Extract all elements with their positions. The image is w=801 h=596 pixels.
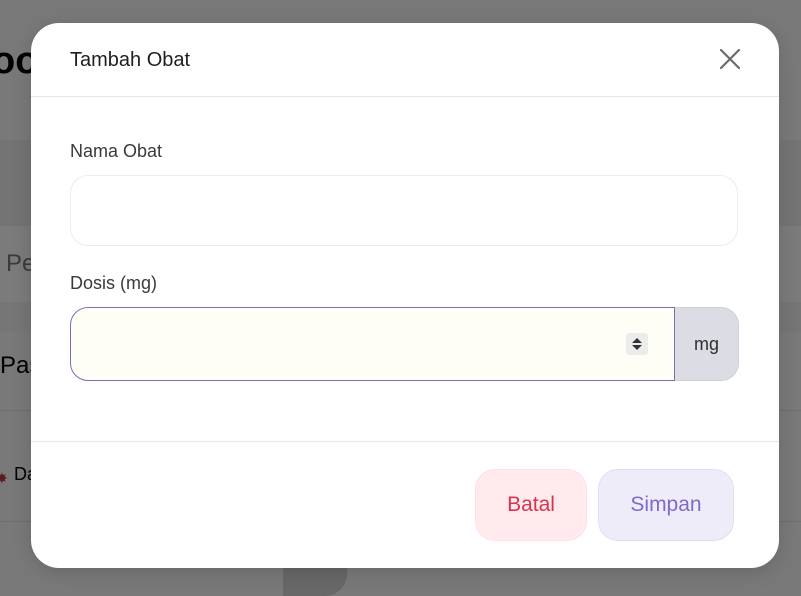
save-button[interactable]: Simpan [598,469,734,541]
stepper-arrows-icon [632,338,642,350]
dose-stepper[interactable] [626,333,648,355]
dialog-body: Nama Obat Dosis (mg) mg [31,97,779,441]
dose-unit-addon: mg [675,307,739,381]
cancel-button[interactable]: Batal [475,469,587,541]
add-medicine-dialog: Tambah Obat Nama Obat Dosis (mg) mg Bata… [31,23,779,568]
medicine-name-label: Nama Obat [70,141,163,161]
dialog-footer: Batal Simpan [31,441,779,568]
close-button[interactable] [714,43,746,75]
dose-input[interactable] [70,307,675,381]
page: oo Pe Pas ✸ Da Tambah Obat Nama Obat Dos… [0,0,801,596]
dialog-title: Tambah Obat [70,49,191,71]
close-icon [719,48,741,70]
dose-label: Dosis (mg) [70,273,158,293]
medicine-name-input[interactable] [70,175,738,246]
dialog-header: Tambah Obat [31,23,779,97]
